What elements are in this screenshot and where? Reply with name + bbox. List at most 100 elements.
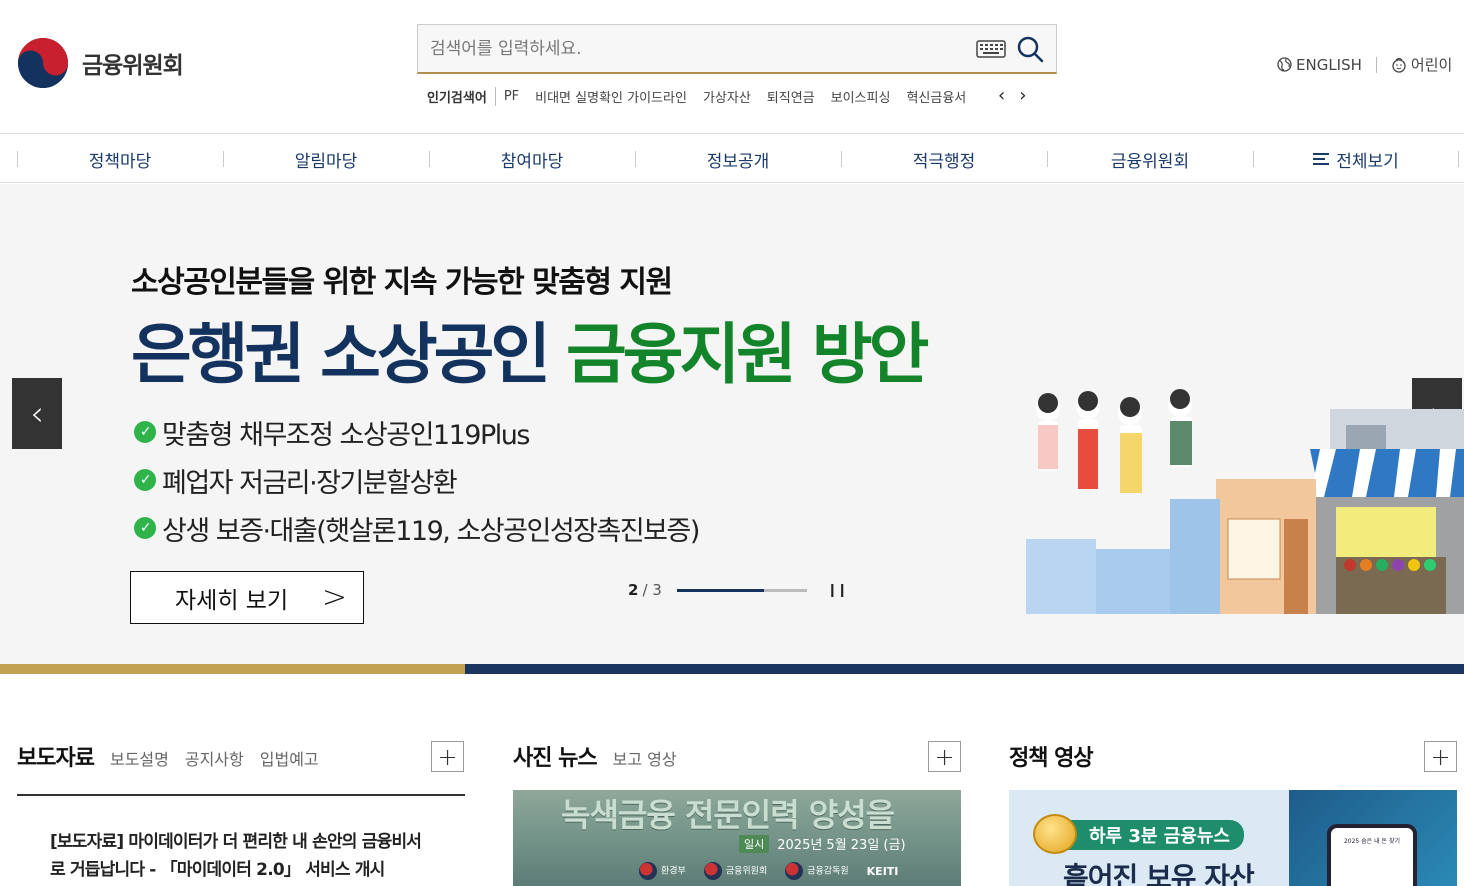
utility-links: ENGLISH 어린이 [1277, 54, 1452, 75]
section-tab[interactable]: 보고 영상 [613, 746, 677, 770]
chevron-left-icon[interactable]: ‹ [998, 86, 1005, 106]
popular-keyword[interactable]: PF [504, 89, 519, 104]
press-release-section: 보도자료 보도설명 공지사항 입법예고 + [17, 740, 465, 774]
english-link[interactable]: ENGLISH [1277, 56, 1362, 74]
pager-current: 2 [628, 581, 639, 599]
pager-total: / 3 [642, 581, 662, 599]
chevron-left-icon: ‹ [30, 393, 44, 434]
banner-pager: 2 / 3 ❙❙ [628, 581, 848, 599]
globe-icon [1277, 57, 1292, 72]
photo-thumb-title: 녹색금융 전문인력 양성을 [561, 796, 895, 834]
search-icon[interactable] [1016, 35, 1044, 63]
section-title[interactable]: 사진 뉴스 [513, 740, 598, 772]
nav-item-notice[interactable]: 알림마당 [223, 135, 429, 183]
divider [1375, 56, 1377, 73]
view-more-button[interactable]: 자세히 보기 > [130, 571, 364, 624]
video-thumb-title: 흩어진 보유 자산 [1063, 861, 1255, 886]
org-logo: 금융위원회 [703, 862, 768, 880]
banner-point: ✓ 상생 보증·대출(햇살론119, 소상공인성장촉진보증) [134, 504, 700, 552]
org-name: 금융위원회 [725, 866, 768, 877]
more-plus-button[interactable]: + [431, 741, 464, 772]
phone-illustration: 2025 숨은 내 돈 찾기 [1327, 824, 1417, 886]
popular-keyword[interactable]: 보이스피싱 [831, 87, 891, 106]
kids-link[interactable]: 어린이 [1391, 54, 1452, 75]
policy-video-section: 정책 영상 + [1009, 740, 1457, 774]
logo[interactable]: 금융위원회 [16, 36, 184, 90]
search-input[interactable] [418, 25, 976, 72]
divider-gold [0, 664, 465, 674]
section-tab[interactable]: 입법예고 [260, 746, 319, 770]
plus-icon: + [437, 742, 458, 771]
more-plus-button[interactable]: + [928, 741, 961, 772]
taegeuk-logo-icon [703, 862, 722, 880]
org-logo: 환경부 [639, 862, 686, 880]
view-more-label: 자세히 보기 [175, 587, 289, 614]
popular-keyword[interactable]: 가상자산 [703, 87, 751, 106]
org-name: KEITI [866, 864, 899, 878]
banner-prev-button[interactable]: ‹ [12, 378, 62, 449]
check-circle-icon: ✓ [134, 517, 156, 539]
pager-progress-fill [676, 588, 764, 592]
popular-keyword[interactable]: 비대면 실명확인 가이드라인 [535, 87, 687, 106]
hamburger-menu-icon [1313, 153, 1330, 165]
kids-face-icon [1392, 57, 1406, 73]
policy-video-thumbnail[interactable]: 2025 숨은 내 돈 찾기 하루 3분 금융뉴스 흩어진 보유 자산 [1009, 790, 1457, 886]
section-tab[interactable]: 보도설명 [110, 746, 169, 770]
plus-icon: + [1430, 742, 1451, 771]
main-banner: 소상공인분들을 위한 지속 가능한 맞춤형 지원 은행권 소상공인 금융지원 방… [0, 184, 1464, 664]
banner-point-text: 폐업자 저금리·장기분할상환 [162, 467, 458, 499]
press-release-item[interactable]: [보도자료] 마이데이터가 더 편리한 내 손안의 금융비서로 거듭납니다 - … [17, 794, 465, 886]
photo-thumb-date-text: 2025년 5월 23일 (금) [777, 838, 906, 853]
section-tab[interactable]: 공지사항 [185, 746, 244, 770]
nav-item-participation[interactable]: 참여마당 [429, 135, 635, 183]
taegeuk-logo-icon [639, 862, 657, 880]
nav-item-fsc[interactable]: 금융위원회 [1047, 135, 1253, 183]
nav-item-proactive-admin[interactable]: 적극행정 [841, 135, 1047, 183]
divider-navy [465, 664, 1464, 674]
org-name: 환경부 [661, 866, 686, 877]
nav-item-label: 정책마당 [88, 151, 152, 172]
banner-subtitle: 소상공인분들을 위한 지속 가능한 맞춤형 지원 [131, 265, 673, 300]
popular-keywords: 인기검색어 PF 비대면 실명확인 가이드라인 가상자산 퇴직연금 보이스피싱 … [427, 86, 997, 106]
popular-keyword[interactable]: 퇴직연금 [767, 87, 815, 106]
section-header: 보도자료 보도설명 공지사항 입법예고 [17, 740, 465, 774]
banner-point: ✓ 폐업자 저금리·장기분할상환 [134, 456, 699, 504]
popular-nav: ‹ › [998, 86, 1026, 106]
photo-news-thumbnail[interactable]: 녹색금융 전문인력 양성을 일시 2025년 5월 23일 (금) 환경부 금융… [513, 790, 961, 886]
keyboard-icon[interactable] [976, 39, 1006, 58]
check-circle-icon: ✓ [134, 421, 156, 443]
photo-thumb-logos: 환경부 금융위원회 금융감독원 KEITI [639, 862, 898, 880]
pager-progress [676, 588, 807, 592]
section-header: 사진 뉴스 보고 영상 [513, 740, 961, 774]
banner-point-text: 맞춤형 채무조정 소상공인119Plus [162, 419, 530, 451]
nav-item-information[interactable]: 정보공개 [635, 135, 841, 183]
section-title[interactable]: 보도자료 [17, 740, 95, 772]
nav-item-view-all[interactable]: 전체보기 [1253, 135, 1459, 183]
english-label: ENGLISH [1296, 55, 1362, 74]
check-circle-icon: ✓ [134, 469, 156, 491]
banner-points: ✓ 맞춤형 채무조정 소상공인119Plus ✓ 폐업자 저금리·장기분할상환 ✓ 상… [134, 408, 700, 552]
pause-icon[interactable]: ❙❙ [827, 583, 848, 598]
more-plus-button[interactable]: + [1424, 741, 1457, 772]
banner-title: 은행권 소상공인 금융지원 방안 [131, 301, 929, 397]
search-box [417, 24, 1057, 74]
photo-thumb-tag: 일시 [739, 834, 770, 853]
taegeuk-logo-icon [18, 38, 68, 88]
nav-item-policy[interactable]: 정책마당 [17, 135, 223, 183]
section-header: 정책 영상 [1009, 740, 1457, 774]
arrow-right-icon: > [321, 580, 347, 615]
chevron-right-icon[interactable]: › [1019, 86, 1026, 106]
banner-title-part1: 은행권 소상공인 [131, 316, 551, 393]
nav-item-label: 알림마당 [294, 151, 358, 172]
photo-news-section: 사진 뉴스 보고 영상 + [513, 740, 961, 774]
main-navigation: 정책마당 알림마당 참여마당 정보공개 적극행정 금융위원회 전체보기 [0, 135, 1464, 183]
plus-icon: + [934, 742, 955, 771]
org-logo: 금융감독원 [785, 862, 849, 880]
banner-title-part2: 금융지원 방안 [566, 316, 929, 393]
video-thumb-panel: 2025 숨은 내 돈 찾기 [1289, 790, 1457, 886]
section-title[interactable]: 정책 영상 [1009, 740, 1094, 772]
banner-point-text: 상생 보증·대출(햇살론119, 소상공인성장촉진보증) [162, 515, 700, 547]
popular-keyword[interactable]: 혁신금융서 [906, 87, 966, 106]
phone-screen-text: 2025 숨은 내 돈 찾기 [1343, 838, 1401, 845]
press-release-title: [보도자료] 마이데이터가 더 편리한 내 손안의 금융비서로 거듭납니다 - … [50, 832, 422, 880]
